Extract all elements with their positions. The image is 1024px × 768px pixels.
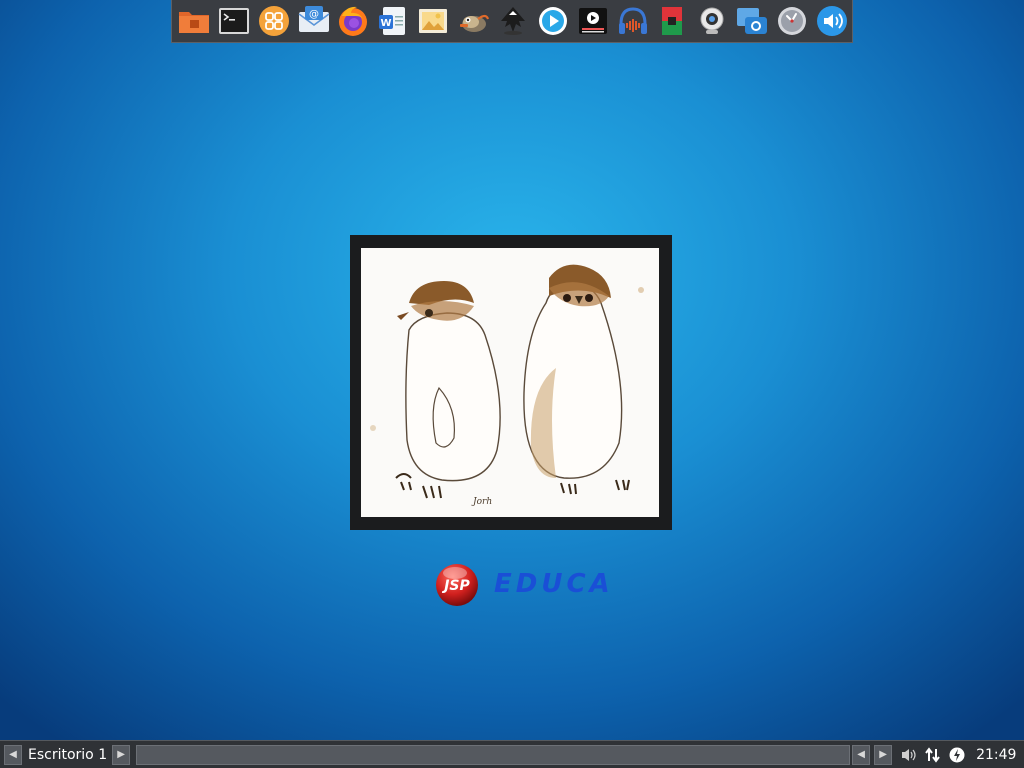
mail-launcher[interactable]: @ — [294, 1, 334, 41]
colors-tool-launcher[interactable] — [653, 1, 693, 41]
workspace-prev-button[interactable]: ◀ — [4, 744, 22, 765]
video-icon — [578, 8, 607, 34]
drawing-signature: Jorh — [471, 497, 492, 507]
task-list[interactable] — [136, 744, 851, 765]
inkscape-icon — [500, 7, 525, 35]
workspace-label[interactable]: Escritorio 1 — [22, 747, 112, 763]
terminal-icon — [218, 8, 249, 34]
file-manager-launcher[interactable] — [174, 1, 214, 41]
jsp-educa-logo: JSP EDUCA — [434, 557, 614, 611]
picture-icon — [419, 9, 448, 33]
bottom-panel: ◀ Escritorio 1 ▶ ◀ ▶ 21:49 — [0, 740, 1024, 768]
firefox-icon — [339, 6, 368, 36]
volume-icon — [902, 748, 916, 761]
speaker-icon — [816, 6, 847, 36]
inkscape-launcher[interactable] — [493, 1, 533, 41]
chevron-left-icon: ◀ — [857, 749, 865, 760]
clock-icon — [778, 7, 807, 35]
clock-launcher[interactable] — [772, 1, 812, 41]
mail-icon: @ — [298, 6, 330, 32]
panel-clock[interactable]: 21:49 — [976, 747, 1016, 763]
volume-launcher[interactable] — [812, 1, 852, 41]
power-tray-button[interactable] — [946, 744, 968, 766]
gimp-launcher[interactable] — [453, 1, 493, 41]
gimp-icon — [460, 14, 490, 32]
jsp-badge-icon: JSP — [436, 564, 478, 606]
system-tray: 21:49 — [896, 744, 1016, 766]
chevron-right-icon: ▶ — [879, 749, 887, 760]
network-tray-button[interactable] — [922, 744, 944, 766]
audio-editor-launcher[interactable] — [613, 1, 653, 41]
task-list-prev-button[interactable]: ◀ — [852, 744, 871, 765]
color-blocks-icon — [662, 7, 683, 35]
firefox-launcher[interactable] — [334, 1, 374, 41]
media-player-launcher[interactable] — [533, 1, 573, 41]
penguins-drawing: Jorh — [361, 248, 659, 517]
svg-text:W: W — [381, 18, 392, 29]
logo-wordmark: EDUCA — [494, 569, 614, 599]
svg-text:@: @ — [309, 9, 319, 20]
terminal-launcher[interactable] — [214, 1, 254, 41]
headphones-icon — [618, 7, 647, 34]
folder-icon — [178, 12, 209, 33]
screenshot-launcher[interactable] — [732, 1, 772, 41]
webcam-launcher[interactable] — [692, 1, 732, 41]
network-arrows-icon — [925, 746, 940, 763]
word-processor-launcher[interactable]: W — [373, 1, 413, 41]
workspace-next-button[interactable]: ▶ — [112, 744, 131, 765]
power-icon — [949, 747, 965, 762]
camera-icon — [737, 8, 768, 34]
image-viewer-launcher[interactable] — [413, 1, 453, 41]
wallpaper-picture-frame: Jorh — [350, 235, 672, 530]
chevron-left-icon: ◀ — [9, 749, 17, 760]
chevron-right-icon: ▶ — [117, 749, 125, 760]
task-list-next-button[interactable]: ▶ — [874, 744, 893, 765]
dock: @ W — [171, 0, 853, 43]
video-editor-launcher[interactable] — [573, 1, 613, 41]
webcam-icon — [700, 7, 724, 34]
volume-tray-button[interactable] — [898, 744, 920, 766]
penguins-illustration: Jorh — [370, 264, 644, 507]
logo-badge-text: JSP — [441, 578, 470, 594]
play-icon — [538, 7, 567, 35]
document-icon: W — [379, 7, 406, 35]
app-grid-icon — [258, 6, 289, 36]
app-menu-launcher[interactable] — [254, 1, 294, 41]
